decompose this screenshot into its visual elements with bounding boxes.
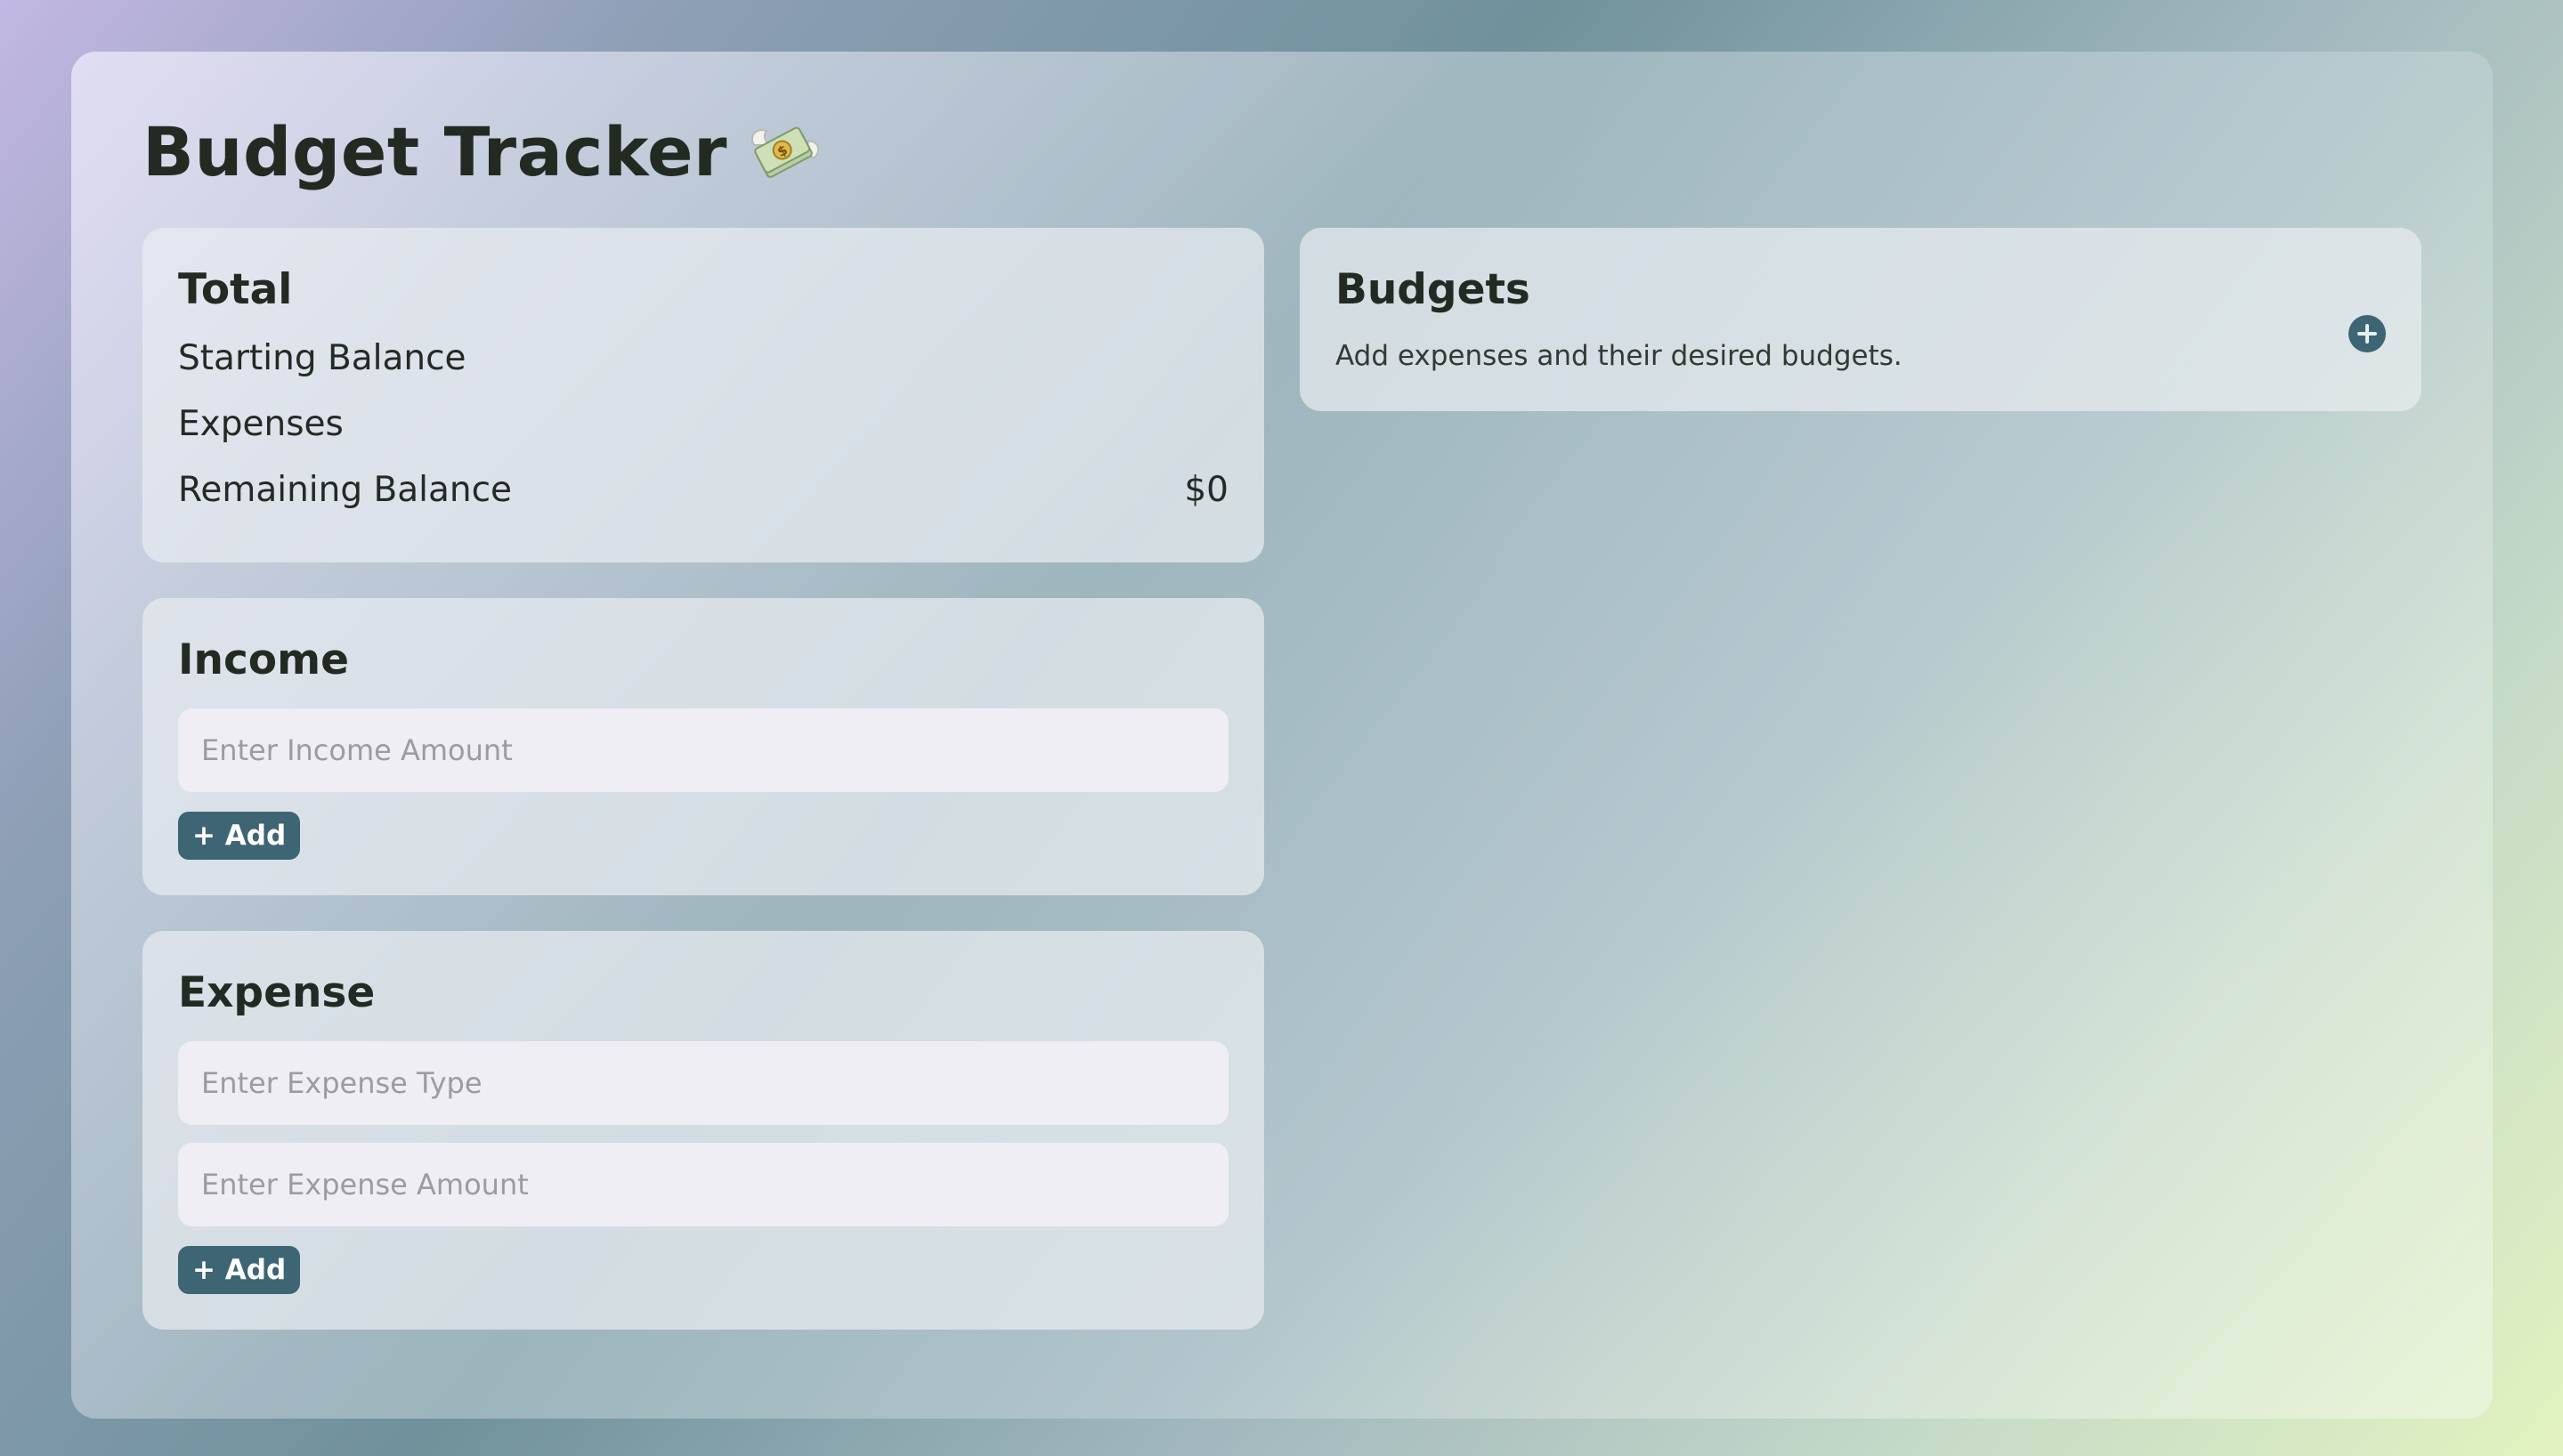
expenses-label: Expenses	[178, 404, 344, 444]
total-heading: Total	[178, 265, 293, 314]
page-title: Budget Tracker $	[142, 112, 822, 191]
income-amount-input[interactable]	[178, 708, 1229, 792]
income-card: Income + Add	[142, 598, 1264, 895]
expense-heading: Expense	[178, 968, 376, 1017]
add-expense-button[interactable]: + Add	[178, 1246, 301, 1294]
budgets-card: Budgets Add expenses and their desired b…	[1300, 228, 2421, 411]
budgets-heading: Budgets	[1335, 265, 1530, 314]
budgets-description: Add expenses and their desired budgets.	[1335, 340, 1902, 372]
add-income-button[interactable]: + Add	[178, 812, 301, 860]
expense-amount-input[interactable]	[178, 1143, 1229, 1226]
starting-balance-label: Starting Balance	[178, 338, 466, 378]
expense-type-input[interactable]	[178, 1041, 1229, 1125]
income-heading: Income	[178, 635, 349, 684]
plus-circle-icon[interactable]	[2348, 315, 2386, 352]
app-container: Budget Tracker $ Total Starting Balance …	[71, 52, 2493, 1419]
page-title-text: Budget Tracker	[142, 112, 728, 191]
remaining-balance-label: Remaining Balance	[178, 470, 513, 510]
remaining-balance-value: $0	[1184, 470, 1229, 510]
money-with-wings-icon: $	[747, 118, 822, 186]
total-card: Total Starting Balance Expenses Remainin…	[142, 228, 1264, 562]
expense-card: Expense + Add	[142, 931, 1264, 1330]
